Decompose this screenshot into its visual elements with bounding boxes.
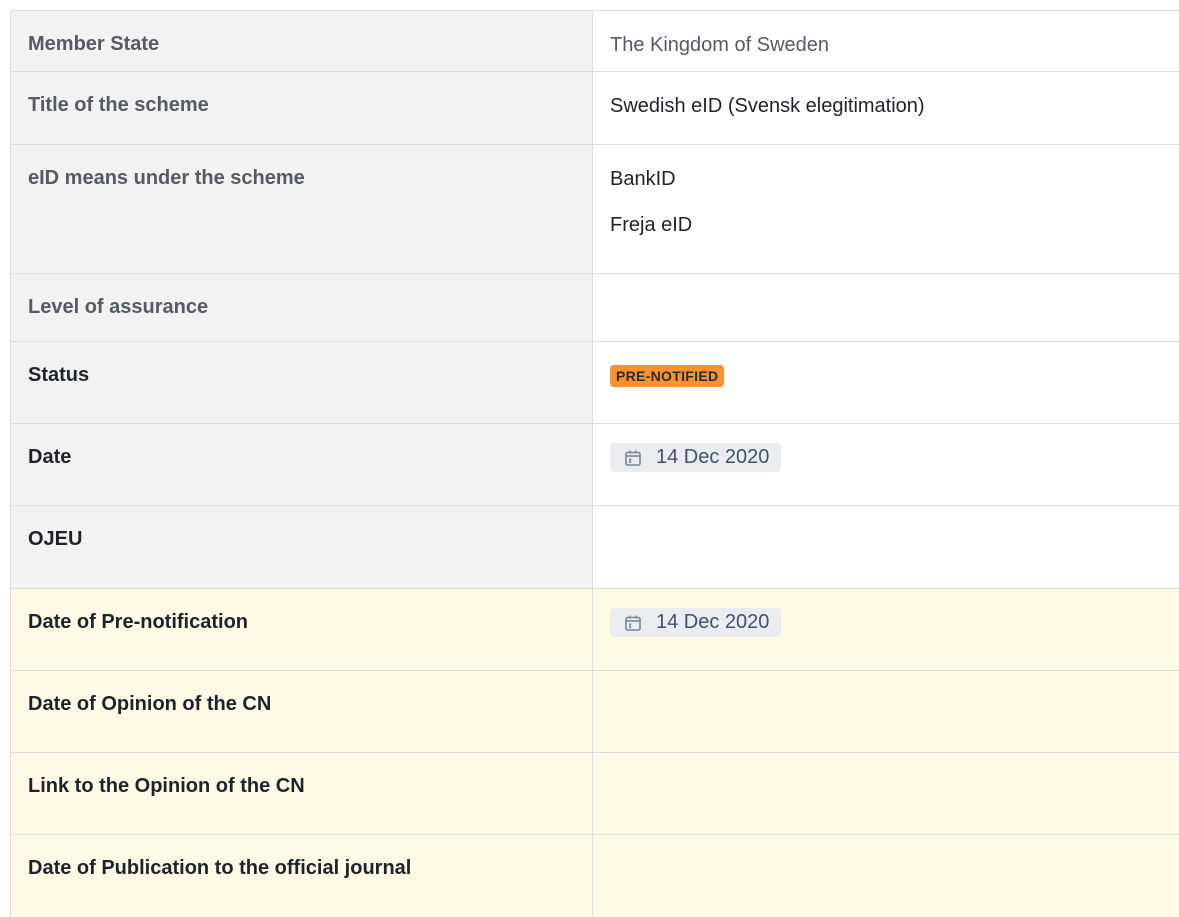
row-value: BankID Freja eID <box>593 145 1179 273</box>
calendar-icon <box>625 450 641 466</box>
row-value: Swedish eID (Svensk elegitimation) <box>593 72 1179 144</box>
table-row-publication: Date of Publication to the official jour… <box>11 835 1179 917</box>
calendar-icon <box>625 615 641 631</box>
date-chip[interactable]: 14 Dec 2020 <box>610 608 782 637</box>
table-row-status: Status PRE-NOTIFIED <box>11 342 1179 424</box>
row-value <box>593 671 1179 752</box>
table-row-date: Date 14 Dec 2020 <box>11 424 1179 506</box>
row-header: eID means under the scheme <box>11 145 593 273</box>
row-header: Date <box>11 424 593 505</box>
row-value: 14 Dec 2020 <box>593 424 1179 505</box>
row-value: The Kingdom of Sweden <box>593 11 1179 71</box>
scheme-details-table: Member State The Kingdom of Sweden Title… <box>10 10 1179 917</box>
row-value: 14 Dec 2020 <box>593 589 1179 670</box>
table-row-pre-notification: Date of Pre-notification 14 Dec 2020 <box>11 589 1179 671</box>
date-chip[interactable]: 14 Dec 2020 <box>610 443 782 472</box>
row-header: Link to the Opinion of the CN <box>11 753 593 834</box>
eid-means-item: BankID <box>610 168 676 190</box>
member-state-value: The Kingdom of Sweden <box>610 34 830 56</box>
date-text: 14 Dec 2020 <box>656 611 770 633</box>
row-header: Member State <box>11 11 593 71</box>
row-value: PRE-NOTIFIED <box>593 342 1179 423</box>
row-header: Date of Publication to the official jour… <box>11 835 593 917</box>
row-header: OJEU <box>11 506 593 588</box>
table-row-title: Title of the scheme Swedish eID (Svensk … <box>11 72 1179 145</box>
table-row-eid-means: eID means under the scheme BankID Freja … <box>11 145 1179 274</box>
eid-means-item: Freja eID <box>610 214 693 236</box>
row-value <box>593 835 1179 917</box>
scheme-title-value: Swedish eID (Svensk elegitimation) <box>610 95 925 117</box>
table-row-ojeu: OJEU <box>11 506 1179 589</box>
row-header: Title of the scheme <box>11 72 593 144</box>
table-row-level-of-assurance: Level of assurance <box>11 274 1179 342</box>
row-value <box>593 506 1179 588</box>
row-header: Date of Pre-notification <box>11 589 593 670</box>
date-text: 14 Dec 2020 <box>656 446 770 468</box>
row-header: Status <box>11 342 593 423</box>
table-row-opinion-date: Date of Opinion of the CN <box>11 671 1179 753</box>
row-header: Date of Opinion of the CN <box>11 671 593 752</box>
row-value <box>593 753 1179 834</box>
table-row-member-state: Member State The Kingdom of Sweden <box>11 11 1179 72</box>
table-row-opinion-link: Link to the Opinion of the CN <box>11 753 1179 835</box>
row-header: Level of assurance <box>11 274 593 341</box>
row-value <box>593 274 1179 341</box>
status-badge: PRE-NOTIFIED <box>610 365 725 387</box>
